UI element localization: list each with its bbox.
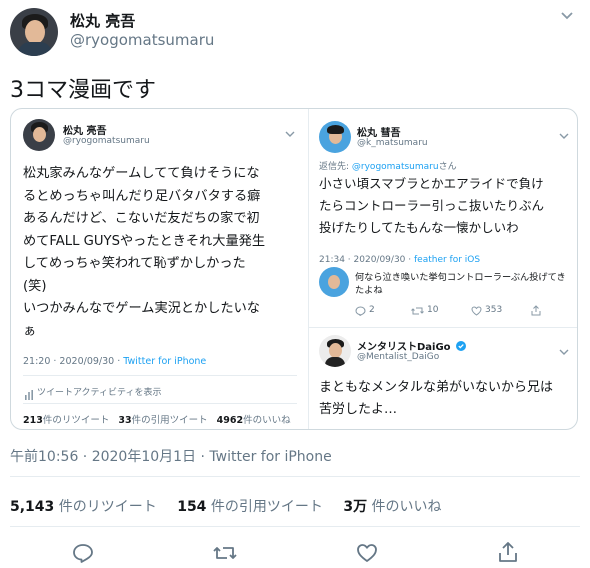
likes-label: 件のいいね [243, 415, 291, 426]
quotes-label: 件の引用ツイート [210, 499, 323, 515]
client-link: Twitter for iPhone [123, 356, 207, 367]
likes-count: 4962 [216, 415, 244, 426]
display-name: 松丸 彗吾 [357, 128, 401, 139]
retweets-count: 213 [23, 415, 43, 426]
retweets-count: 5,143 [10, 499, 55, 515]
text-line: してめっちゃ笑われて恥ずかしかった [23, 256, 246, 271]
quotes-stat[interactable]: 154 件の引用ツイート [177, 499, 323, 515]
user-handle: @Mentalist_DaiGo [357, 352, 440, 362]
chevron-down-icon[interactable] [560, 10, 574, 24]
reply-icon [355, 306, 366, 319]
separator [23, 403, 297, 404]
text-line: 何なら泣き喚いた挙句コントローラーぶん投げてき [355, 272, 566, 283]
avatar[interactable] [10, 8, 58, 56]
likes-count: 3万 [343, 499, 368, 515]
avatar [319, 121, 351, 153]
separator [10, 476, 580, 477]
text-line: たらコントローラー引っこ抜いたりぶん [319, 198, 545, 213]
user-handle: @ryogomatsumaru [63, 136, 150, 146]
embedded-right-thread: 松丸 彗吾 @k_matsumaru 返信先: @ryogomatsumaruさ… [309, 109, 577, 429]
likes-stat[interactable]: 3万 件のいいね [343, 499, 441, 515]
like-count: 353 [485, 305, 503, 315]
like-icon [471, 306, 482, 319]
text-line: (笑) [23, 278, 47, 294]
timestamp-text: 21:34 · 2020/09/30 · [319, 255, 414, 265]
retweet-icon [411, 306, 424, 319]
avatar [319, 267, 349, 297]
embedded-stats: 213件のリツイート 33件の引用ツイート 4962件のいいね [23, 412, 291, 426]
nested-reply-body: 何なら泣き喚いた挙句コントローラーぶん投げてき たよね [355, 271, 566, 297]
embedded-left-tweet: 松丸 亮吾 @ryogomatsumaru 松丸家みんなゲームしてて負けそうにな… [11, 109, 309, 429]
quotes-count: 33 [118, 415, 132, 426]
share-icon[interactable] [498, 541, 518, 563]
display-name: 松丸 亮吾 [63, 126, 107, 137]
retweets-stat[interactable]: 5,143 件のリツイート [10, 499, 157, 515]
display-name[interactable]: 松丸 亮吾 [70, 10, 135, 31]
tweet-stats: 5,143 件のリツイート 154 件の引用ツイート 3万 件のいいね [10, 496, 442, 516]
text-line: あるんだけど、こないだ友だちの家で初 [23, 211, 260, 226]
reply-timestamp: 21:34 · 2020/09/30 · feather for iOS [319, 255, 480, 265]
reply-icon[interactable] [72, 543, 94, 563]
likes-label: 件のいいね [371, 499, 442, 515]
text-line: ぁ [23, 323, 37, 339]
embedded-tweet-body: 松丸家みんなゲームしてて負けそうにな るとめっちゃ叫んだり足バタバタする癖 ある… [23, 163, 265, 343]
text-line: いつかみんなでゲーム実況とかしたいな [23, 301, 260, 316]
share-icon [531, 305, 541, 319]
text-line: 小さい頃スマブラとかエアライドで負け [319, 176, 544, 191]
text-line: 苦労したよ… [319, 402, 398, 417]
bar-chart-icon [25, 385, 33, 404]
reply-to-prefix: 返信先: [319, 162, 352, 172]
user-handle: @k_matsumaru [357, 138, 428, 148]
avatar [23, 119, 55, 151]
retweets-label: 件のリツイート [58, 499, 157, 515]
text-line: たよね [355, 285, 383, 296]
separator [309, 327, 577, 328]
text-line: まともなメンタルな弟がいないから兄は [319, 380, 554, 395]
text-line: めてFALL GUYSやったときそれ大量発生 [23, 233, 266, 249]
tweet-text: 3コマ漫画です [10, 78, 156, 103]
text-line: るとめっちゃ叫んだり足バタバタする癖 [23, 188, 261, 204]
avatar [319, 335, 351, 367]
chevron-down-icon [285, 123, 295, 142]
client-link: feather for iOS [413, 255, 481, 265]
retweets-label: 件のリツイート [42, 415, 110, 426]
like-icon[interactable] [356, 543, 378, 563]
reply-to: 返信先: @ryogomatsumaruさん [319, 159, 457, 172]
embedded-timestamp: 21:20 · 2020/09/30 · Twitter for iPhone [23, 356, 206, 367]
reply-to-handle: @ryogomatsumaru [351, 162, 439, 172]
chevron-down-icon [559, 341, 569, 360]
text-line: 投げたりしてたもんな一懐かしいわ [319, 220, 519, 235]
retweet-icon[interactable] [212, 543, 238, 563]
chevron-down-icon [559, 125, 569, 144]
separator [10, 526, 580, 527]
verified-badge-icon [455, 341, 466, 354]
nested-reply-actions: 2 10 353 [355, 305, 565, 319]
user-handle[interactable]: @ryogomatsumaru [70, 31, 214, 49]
embedded-screenshot[interactable]: 松丸 亮吾 @ryogomatsumaru 松丸家みんなゲームしてて負けそうにな… [10, 108, 578, 430]
reply-to-suffix: さん [438, 162, 457, 172]
reply-body: まともなメンタルな弟がいないから兄は 苦労したよ… [319, 377, 553, 421]
timestamp-text: 21:20 · 2020/09/30 · [23, 356, 124, 367]
activity-label: ツイートアクティビティを表示 [37, 388, 162, 398]
reply-count: 2 [369, 305, 375, 315]
reply-body: 小さい頃スマブラとかエアライドで負け たらコントローラー引っこ抜いたりぶん 投げ… [319, 173, 544, 239]
text-line: 松丸家みんなゲームしてて負けそうにな [23, 166, 260, 181]
quotes-label: 件の引用ツイート [131, 415, 208, 426]
retweet-count: 10 [427, 305, 439, 315]
quotes-count: 154 [177, 499, 207, 515]
separator [23, 375, 297, 376]
tweet-timestamp[interactable]: 午前10:56 · 2020年10月1日 · Twitter for iPhon… [10, 446, 332, 466]
